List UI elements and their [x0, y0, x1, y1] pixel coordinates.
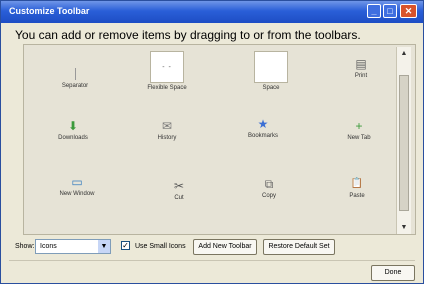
- downloads-icon: ⬇: [67, 119, 79, 133]
- title-bar[interactable]: Customize Toolbar _ □ ✕: [1, 1, 423, 23]
- instructions-heading: You can add or remove items by dragging …: [15, 28, 361, 42]
- show-label: Show:: [15, 243, 35, 250]
- use-small-icons-checkbox[interactable]: ✓: [121, 241, 130, 250]
- palette-item-label: Downloads: [58, 135, 88, 141]
- toolbar-items-palette: Separator - - Flexible Space Space ▤ Pri…: [23, 44, 416, 235]
- restore-default-set-button[interactable]: Restore Default Set: [263, 239, 335, 255]
- maximize-button[interactable]: □: [383, 4, 397, 18]
- palette-item-label: Separator: [61, 83, 89, 89]
- paste-icon: 📋: [350, 178, 364, 189]
- new-tab-icon: +: [355, 119, 363, 133]
- palette-item-space[interactable]: Space: [226, 51, 316, 91]
- customize-toolbar-window: Customize Toolbar _ □ ✕ You can add or r…: [0, 0, 424, 284]
- scroll-down-arrow-icon[interactable]: ▼: [397, 221, 411, 234]
- show-dropdown-value: Icons: [40, 243, 57, 250]
- palette-item-label: New Window: [59, 191, 95, 197]
- bookmarks-icon: ★: [257, 117, 269, 131]
- done-button[interactable]: Done: [371, 265, 415, 281]
- history-icon: ✉: [161, 119, 173, 133]
- palette-item-history[interactable]: ✉ History: [122, 119, 212, 141]
- chevron-down-icon[interactable]: ▼: [98, 240, 110, 253]
- palette-item-label: Cut: [174, 195, 184, 201]
- minimize-button[interactable]: _: [367, 4, 381, 18]
- palette-item-bookmarks[interactable]: ★ Bookmarks: [218, 117, 308, 139]
- window-title: Customize Toolbar: [9, 6, 90, 16]
- flexible-space-icon: - -: [150, 51, 184, 83]
- palette-item-label: Copy: [261, 193, 276, 199]
- palette-item-paste[interactable]: 📋 Paste: [312, 177, 402, 199]
- palette-item-label: Print: [354, 73, 368, 79]
- palette-scrollbar[interactable]: ▲ ▼: [396, 47, 411, 234]
- palette-item-label: Paste: [349, 193, 365, 199]
- palette-item-new-window[interactable]: ▭ New Window: [32, 175, 122, 197]
- add-new-toolbar-button[interactable]: Add New Toolbar: [193, 239, 257, 255]
- bottom-divider: [9, 260, 415, 261]
- palette-item-label: Bookmarks: [247, 133, 278, 139]
- palette-item-separator[interactable]: Separator: [30, 67, 120, 89]
- palette-item-flexible-space[interactable]: - - Flexible Space: [122, 51, 212, 91]
- cut-icon: ✂: [173, 179, 185, 193]
- print-icon: ▤: [355, 57, 367, 71]
- palette-item-new-tab[interactable]: + New Tab: [314, 119, 404, 141]
- palette-item-print[interactable]: ▤ Print: [316, 57, 406, 79]
- new-window-icon: ▭: [71, 175, 83, 189]
- close-button[interactable]: ✕: [400, 4, 417, 18]
- palette-item-copy[interactable]: ⧉ Copy: [224, 177, 314, 199]
- palette-item-label: Space: [262, 85, 280, 91]
- copy-icon: ⧉: [264, 177, 274, 191]
- space-icon: [254, 51, 288, 83]
- palette-item-label: History: [157, 135, 177, 141]
- palette-item-label: Flexible Space: [147, 85, 187, 91]
- palette-item-label: New Tab: [347, 135, 371, 141]
- show-dropdown[interactable]: Icons ▼: [35, 239, 111, 254]
- palette-item-downloads[interactable]: ⬇ Downloads: [28, 119, 118, 141]
- scrollbar-thumb[interactable]: [399, 75, 409, 211]
- palette-item-cut[interactable]: ✂ Cut: [134, 179, 224, 201]
- use-small-icons-label: Use Small Icons: [135, 243, 186, 250]
- scroll-up-arrow-icon[interactable]: ▲: [397, 47, 411, 60]
- separator-icon: [68, 67, 82, 81]
